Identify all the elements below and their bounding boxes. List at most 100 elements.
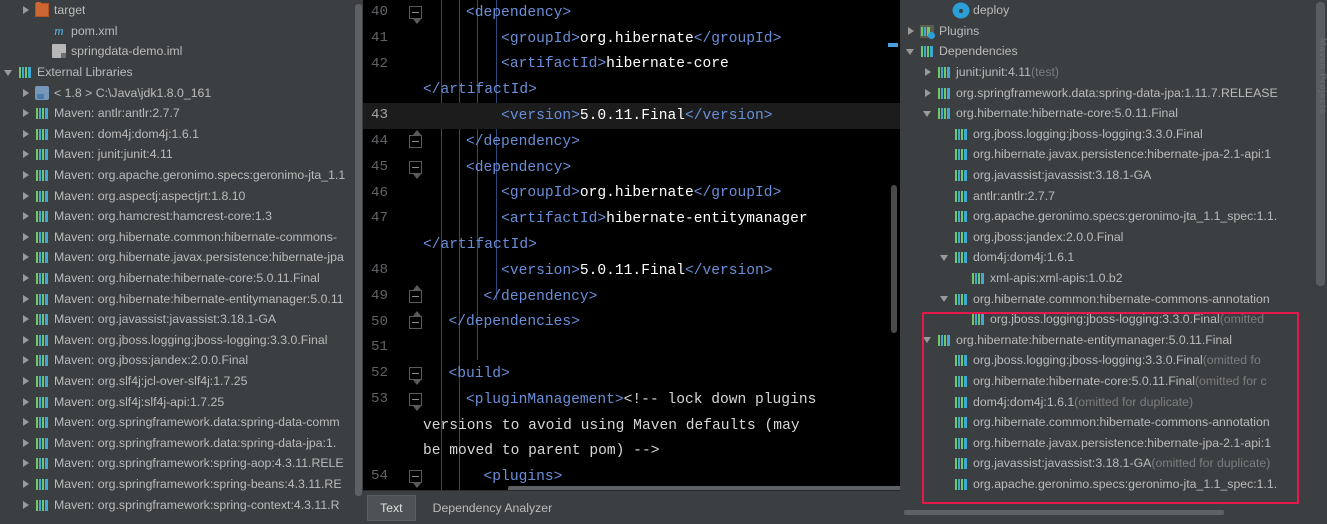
- project-tree-row[interactable]: target: [0, 0, 363, 21]
- project-tree-row[interactable]: Maven: org.hamcrest:hamcrest-core:1.3: [0, 206, 363, 227]
- editor-line[interactable]: be moved to parent pom) -->: [363, 439, 900, 465]
- code-fold-toggle[interactable]: [409, 470, 422, 489]
- dependency-tree-row[interactable]: dom4j:dom4j:1.6.1: [900, 247, 1327, 268]
- dependency-tree-row[interactable]: org.hibernate.javax.persistence:hibernat…: [900, 432, 1327, 453]
- project-tree-row[interactable]: Maven: org.hibernate.common:hibernate-co…: [0, 227, 363, 248]
- dependency-tree-row[interactable]: org.javassist:javassist:3.18.1-GA: [900, 165, 1327, 186]
- dep-vertical-scrollbar[interactable]: Maven Projects: [1314, 0, 1327, 524]
- editor-vertical-scrollbar-thumb[interactable]: [891, 185, 897, 333]
- chevron-right-icon[interactable]: [21, 5, 32, 16]
- editor-line[interactable]: 40 <dependency>: [363, 0, 900, 26]
- project-tree-row[interactable]: Maven: org.hibernate:hibernate-core:5.0.…: [0, 268, 363, 289]
- editor-line[interactable]: 48 <version>5.0.11.Final</version>: [363, 258, 900, 284]
- chevron-right-icon[interactable]: [923, 87, 934, 98]
- editor-line[interactable]: 46 <groupId>org.hibernate</groupId>: [363, 181, 900, 207]
- dependency-tree-row[interactable]: org.jboss.logging:jboss-logging:3.3.0.Fi…: [900, 124, 1327, 145]
- chevron-right-icon[interactable]: [21, 87, 32, 98]
- editor-line[interactable]: 47 <artifactId>hibernate-entitymanager: [363, 206, 900, 232]
- code-fold-toggle[interactable]: [409, 392, 422, 411]
- code-fold-toggle[interactable]: [409, 284, 422, 303]
- maven-projects-tool-window[interactable]: deploy Plugins Dependencies junit:junit:4.1…: [900, 0, 1327, 524]
- project-tree-row[interactable]: Maven: org.springframework:spring-contex…: [0, 494, 363, 515]
- chevron-right-icon[interactable]: [21, 458, 32, 469]
- editor-line[interactable]: </artifactId>: [363, 77, 900, 103]
- code-fold-toggle[interactable]: [409, 367, 422, 386]
- dependency-tree-row[interactable]: antlr:antlr:2.7.7: [900, 185, 1327, 206]
- dependency-tree-row[interactable]: dom4j:dom4j:1.6.1 (omitted for duplicate…: [900, 391, 1327, 412]
- project-tree-row[interactable]: Maven: org.springframework:spring-aop:4.…: [0, 453, 363, 474]
- code-fold-toggle[interactable]: [409, 129, 422, 148]
- chevron-down-icon[interactable]: [923, 108, 934, 119]
- chevron-right-icon[interactable]: [21, 396, 32, 407]
- project-vertical-scrollbar[interactable]: [354, 0, 363, 524]
- editor-line[interactable]: 43 <version>5.0.11.Final</version>: [363, 103, 900, 129]
- editor-line[interactable]: 45 <dependency>: [363, 155, 900, 181]
- chevron-right-icon[interactable]: [21, 293, 32, 304]
- project-tree-row[interactable]: Maven: junit:junit:4.11: [0, 144, 363, 165]
- project-tree-row[interactable]: Maven: org.hibernate.javax.persistence:h…: [0, 247, 363, 268]
- chevron-right-icon[interactable]: [21, 231, 32, 242]
- chevron-right-icon[interactable]: [21, 437, 32, 448]
- chevron-right-icon[interactable]: [21, 108, 32, 119]
- chevron-right-icon[interactable]: [21, 149, 32, 160]
- chevron-down-icon[interactable]: [940, 252, 951, 263]
- editor-pane[interactable]: 40 <dependency> 41 <groupId>org.hibernate…: [363, 0, 900, 524]
- project-tree-row[interactable]: Maven: org.jboss:jandex:2.0.0.Final: [0, 350, 363, 371]
- chevron-right-icon[interactable]: [21, 314, 32, 325]
- chevron-right-icon[interactable]: [21, 334, 32, 345]
- dependency-tree-row[interactable]: org.apache.geronimo.specs:geronimo-jta_1…: [900, 206, 1327, 227]
- project-scrollbar-thumb[interactable]: [355, 4, 362, 496]
- project-tree-row[interactable]: Maven: org.springframework.data:spring-d…: [0, 412, 363, 433]
- editor-bottom-tabs[interactable]: Text Dependency Analyzer: [363, 490, 900, 524]
- project-tree-row[interactable]: Maven: antlr:antlr:2.7.7: [0, 103, 363, 124]
- project-tree-row[interactable]: Maven: dom4j:dom4j:1.6.1: [0, 124, 363, 145]
- chevron-down-icon[interactable]: [940, 293, 951, 304]
- project-tree-row[interactable]: springdata-demo.iml: [0, 41, 363, 62]
- chevron-right-icon[interactable]: [21, 499, 32, 510]
- chevron-right-icon[interactable]: [21, 417, 32, 428]
- project-tree-row[interactable]: Maven: org.slf4j:slf4j-api:1.7.25: [0, 391, 363, 412]
- code-fold-toggle[interactable]: [409, 310, 422, 329]
- editor-line[interactable]: 41 <groupId>org.hibernate</groupId>: [363, 26, 900, 52]
- editor-line[interactable]: versions to avoid using Maven defaults (…: [363, 413, 900, 439]
- dependency-tree-row[interactable]: Dependencies: [900, 41, 1327, 62]
- project-tree-row[interactable]: m pom.xml: [0, 21, 363, 42]
- chevron-right-icon[interactable]: [21, 375, 32, 386]
- dependency-tree-row[interactable]: org.jboss.logging:jboss-logging:3.3.0.Fi…: [900, 350, 1327, 371]
- chevron-right-icon[interactable]: [21, 355, 32, 366]
- dependency-tree-row[interactable]: org.hibernate.common:hibernate-commons-a…: [900, 412, 1327, 433]
- code-fold-toggle[interactable]: [409, 160, 422, 179]
- project-tree-row[interactable]: Maven: org.aspectj:aspectjrt:1.8.10: [0, 185, 363, 206]
- chevron-right-icon[interactable]: [21, 252, 32, 263]
- chevron-right-icon[interactable]: [21, 128, 32, 139]
- code-text-area[interactable]: 40 <dependency> 41 <groupId>org.hibernate…: [363, 0, 900, 491]
- editor-line[interactable]: 44 </dependency>: [363, 129, 900, 155]
- dependency-tree-row[interactable]: org.hibernate.common:hibernate-commons-a…: [900, 288, 1327, 309]
- code-fold-toggle[interactable]: [409, 6, 422, 24]
- dependency-tree-row[interactable]: org.hibernate:hibernate-core:5.0.11.Fina…: [900, 371, 1327, 392]
- dependency-tree-row[interactable]: org.javassist:javassist:3.18.1-GA (omitt…: [900, 453, 1327, 474]
- chevron-right-icon[interactable]: [21, 273, 32, 284]
- tab-text[interactable]: Text: [367, 494, 416, 521]
- dependency-tree-row[interactable]: org.apache.geronimo.specs:geronimo-jta_1…: [900, 474, 1327, 495]
- project-tree-row[interactable]: Maven: org.springframework:spring-beans:…: [0, 474, 363, 495]
- editor-line[interactable]: 52 <build>: [363, 361, 900, 387]
- dependency-tree-row[interactable]: junit:junit:4.11 (test): [900, 62, 1327, 83]
- editor-line[interactable]: 50 </dependencies>: [363, 310, 900, 336]
- chevron-right-icon[interactable]: [21, 211, 32, 222]
- editor-line[interactable]: 51: [363, 335, 900, 361]
- chevron-down-icon[interactable]: [906, 46, 917, 57]
- chevron-down-icon[interactable]: [4, 67, 15, 78]
- chevron-down-icon[interactable]: [923, 334, 934, 345]
- project-tree-row[interactable]: < 1.8 > C:\Java\jdk1.8.0_161: [0, 82, 363, 103]
- dependency-tree-row[interactable]: org.hibernate:hibernate-core:5.0.11.Fina…: [900, 103, 1327, 124]
- dependency-tree-row[interactable]: Plugins: [900, 21, 1327, 42]
- chevron-right-icon[interactable]: [21, 190, 32, 201]
- tab-dependency-analyzer[interactable]: Dependency Analyzer: [420, 495, 566, 521]
- project-tree-row[interactable]: Maven: org.hibernate:hibernate-entityman…: [0, 288, 363, 309]
- project-tree-row[interactable]: Maven: org.springframework.data:spring-d…: [0, 432, 363, 453]
- dependency-tree-row[interactable]: org.jboss:jandex:2.0.0.Final: [900, 227, 1327, 248]
- project-tree-row[interactable]: Maven: org.jboss.logging:jboss-logging:3…: [0, 330, 363, 351]
- chevron-right-icon[interactable]: [21, 478, 32, 489]
- project-tree-row[interactable]: External Libraries: [0, 62, 363, 83]
